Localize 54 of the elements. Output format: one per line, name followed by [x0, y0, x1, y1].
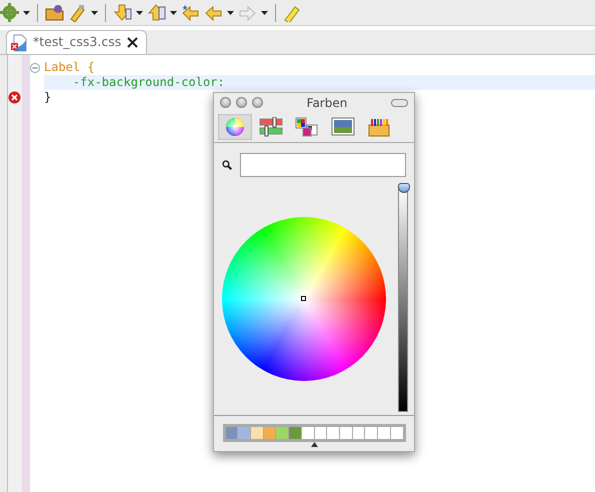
search-icon [222, 158, 232, 172]
window-button[interactable] [236, 97, 247, 108]
up-arrow-icon [147, 3, 166, 22]
caret-icon [136, 10, 143, 14]
back-star-icon [181, 3, 200, 22]
empty-swatch[interactable] [378, 427, 390, 440]
caret-icon [261, 10, 268, 14]
toolbar-toggle-button[interactable] [391, 98, 408, 107]
brush-icon [68, 3, 87, 22]
up-arrow-button[interactable] [147, 3, 177, 22]
editor-tab[interactable]: *test_css3.css [6, 30, 148, 54]
code-line: } [44, 90, 52, 105]
color-swatch[interactable] [264, 427, 276, 440]
code-line: -fx-background-color: [72, 75, 225, 90]
landscape-icon [331, 117, 355, 138]
color-swatch[interactable] [276, 427, 288, 440]
back-arrow-button[interactable] [204, 3, 234, 22]
caret-icon [170, 10, 177, 14]
back-arrow-icon [204, 3, 223, 22]
forward-arrow-icon [238, 3, 257, 22]
down-arrow-icon [113, 3, 132, 22]
forward-arrow-button[interactable] [238, 3, 268, 22]
brightness-slider[interactable] [398, 186, 408, 412]
window-title: Farben [306, 94, 348, 112]
palette-grid-icon [295, 117, 319, 138]
error-icon [8, 91, 21, 104]
color-swatch[interactable] [289, 427, 301, 440]
code-line: Label { [44, 60, 95, 75]
window-button[interactable] [220, 97, 231, 108]
search-field[interactable] [240, 152, 406, 177]
close-icon[interactable] [127, 37, 138, 48]
color-swatch[interactable] [226, 427, 238, 440]
color-swatch[interactable] [238, 427, 250, 440]
gear-button[interactable] [0, 3, 30, 22]
slider-thumb[interactable] [398, 183, 410, 194]
down-arrow-button[interactable] [113, 3, 143, 22]
empty-swatch[interactable] [314, 427, 326, 440]
window-button[interactable] [252, 97, 263, 108]
brush-button[interactable] [68, 3, 98, 22]
empty-swatch[interactable] [352, 427, 364, 440]
caret-icon [91, 10, 98, 14]
sliders-icon [259, 117, 283, 138]
folder-icon [45, 3, 64, 22]
crosshair-icon [301, 296, 306, 302]
color-wheel-icon [225, 117, 245, 138]
color-swatch[interactable] [250, 427, 263, 440]
crayons-icon [367, 117, 391, 138]
caret-icon [23, 10, 30, 14]
back-star-button[interactable] [181, 3, 200, 22]
folder-button[interactable] [45, 3, 64, 22]
gear-icon [0, 3, 19, 22]
empty-swatch[interactable] [327, 427, 339, 440]
caret-icon [227, 10, 234, 14]
collapse-icon[interactable] [30, 62, 40, 72]
